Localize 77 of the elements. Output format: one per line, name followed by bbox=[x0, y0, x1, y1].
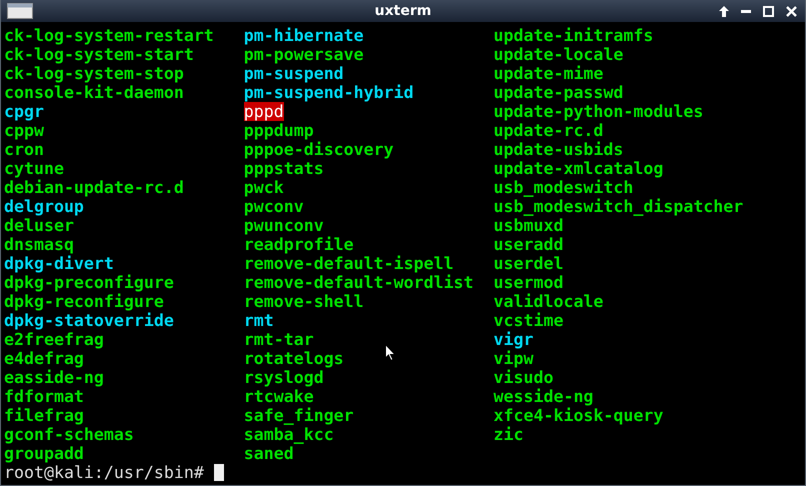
file-name: deluser bbox=[4, 216, 74, 235]
file-name: update-usbids bbox=[494, 140, 624, 159]
file-name: cytune bbox=[4, 159, 64, 178]
file-name: update-rc.d bbox=[494, 121, 604, 140]
file-name: samba_kcc bbox=[244, 425, 334, 444]
file-name: console-kit-daemon bbox=[4, 83, 184, 102]
file-name: cpgr bbox=[4, 102, 44, 121]
file-name: ck-log-system-stop bbox=[4, 64, 184, 83]
file-name: update-locale bbox=[494, 45, 624, 64]
file-name: safe_finger bbox=[244, 406, 354, 425]
file-name: update-xmlcatalog bbox=[494, 159, 664, 178]
file-name: validlocale bbox=[494, 292, 604, 311]
file-name: ck-log-system-restart bbox=[4, 26, 214, 45]
arrow-up-icon[interactable] bbox=[719, 6, 729, 16]
file-name: wesside-ng bbox=[494, 387, 594, 406]
file-name: usermod bbox=[494, 273, 564, 292]
file-name: visudo bbox=[494, 368, 554, 387]
file-name: saned bbox=[244, 444, 294, 463]
file-name: e4defrag bbox=[4, 349, 84, 368]
file-name: pwunconv bbox=[244, 216, 324, 235]
file-name: pwconv bbox=[244, 197, 304, 216]
file-name: cppw bbox=[4, 121, 44, 140]
file-name: remove-default-ispell bbox=[244, 254, 454, 273]
file-name: update-initramfs bbox=[494, 26, 654, 45]
file-name: fdformat bbox=[4, 387, 84, 406]
file-name: groupadd bbox=[4, 444, 84, 463]
shell-prompt: root@kali:/usr/sbin# bbox=[4, 463, 204, 482]
file-name: vcstime bbox=[494, 311, 564, 330]
file-name: vigr bbox=[494, 330, 534, 349]
file-name: delgroup bbox=[4, 197, 84, 216]
file-name: pm-suspend bbox=[244, 64, 344, 83]
text-cursor bbox=[214, 464, 224, 481]
file-name: usb_modeswitch_dispatcher bbox=[494, 197, 744, 216]
file-name: update-passwd bbox=[494, 83, 624, 102]
file-name: zic bbox=[494, 425, 524, 444]
file-name: cron bbox=[4, 140, 44, 159]
file-name: dpkg-reconfigure bbox=[4, 292, 164, 311]
file-name: remove-default-wordlist bbox=[244, 273, 474, 292]
file-name: pwck bbox=[244, 178, 284, 197]
file-name: xfce4-kiosk-query bbox=[494, 406, 664, 425]
file-name: dpkg-statoverride bbox=[4, 311, 174, 330]
file-name: rmt bbox=[244, 311, 274, 330]
file-name: easside-ng bbox=[4, 368, 104, 387]
mouse-pointer-icon bbox=[385, 344, 396, 361]
file-name: pppd bbox=[244, 102, 284, 121]
close-icon[interactable] bbox=[786, 6, 797, 16]
file-name: pm-suspend-hybrid bbox=[244, 83, 414, 102]
file-name: update-mime bbox=[494, 64, 604, 83]
file-name: userdel bbox=[494, 254, 564, 273]
file-name: useradd bbox=[494, 235, 564, 254]
file-name: debian-update-rc.d bbox=[4, 178, 184, 197]
file-name: gconf-schemas bbox=[4, 425, 134, 444]
file-name: filefrag bbox=[4, 406, 84, 425]
file-name: pm-powersave bbox=[244, 45, 364, 64]
file-name: vipw bbox=[494, 349, 534, 368]
file-name: e2freefrag bbox=[4, 330, 104, 349]
file-name: readprofile bbox=[244, 235, 354, 254]
file-name: rmt-tar bbox=[244, 330, 314, 349]
file-name: pppdump bbox=[244, 121, 314, 140]
file-name: dnsmasq bbox=[4, 235, 74, 254]
file-name: pm-hibernate bbox=[244, 26, 364, 45]
file-name: usb_modeswitch bbox=[494, 178, 634, 197]
file-name: pppoe-discovery bbox=[244, 140, 394, 159]
file-name: pppstats bbox=[244, 159, 324, 178]
file-name: update-python-modules bbox=[494, 102, 704, 121]
window-title: uxterm bbox=[374, 3, 432, 19]
file-name: ck-log-system-start bbox=[4, 45, 194, 64]
file-name: dpkg-preconfigure bbox=[4, 273, 174, 292]
window-icon bbox=[7, 3, 33, 19]
minimize-icon[interactable] bbox=[741, 10, 751, 12]
file-name: rsyslogd bbox=[244, 368, 324, 387]
file-name: rtcwake bbox=[244, 387, 314, 406]
maximize-icon[interactable] bbox=[763, 6, 774, 16]
file-name: remove-shell bbox=[244, 292, 364, 311]
file-name: usbmuxd bbox=[494, 216, 564, 235]
file-name: dpkg-divert bbox=[4, 254, 114, 273]
file-name: rotatelogs bbox=[244, 349, 344, 368]
